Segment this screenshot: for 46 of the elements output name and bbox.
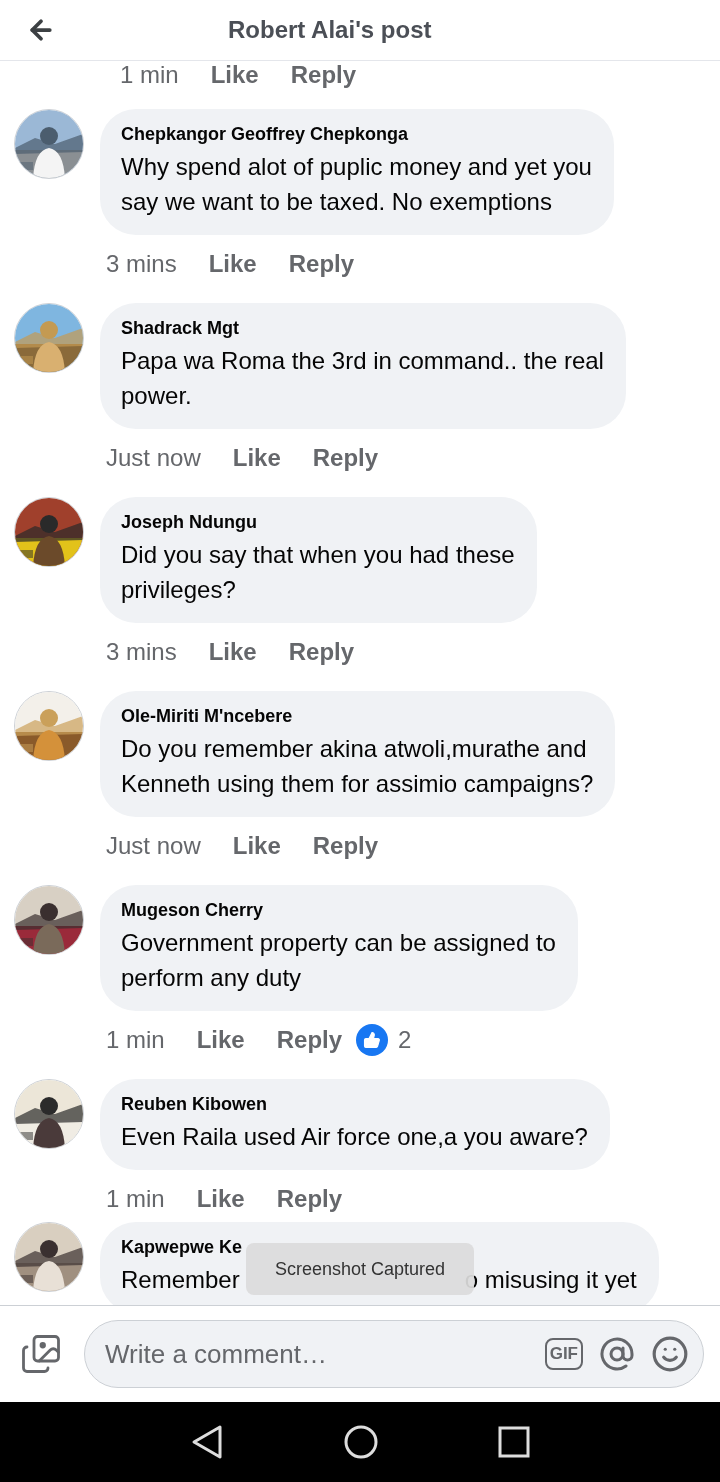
author-name[interactable]: Kapwepwe Ke (121, 1236, 243, 1258)
comment-time: 3 mins (106, 250, 177, 278)
author-name[interactable]: Mugeson Cherry (121, 899, 264, 921)
comment-time: Just now (106, 444, 201, 472)
page-title: Robert Alai's post (228, 16, 432, 44)
author-name[interactable]: Reuben Kibowen (121, 1093, 267, 1115)
reply-link[interactable]: Reply (276, 1026, 343, 1054)
like-link[interactable]: Like (196, 1026, 245, 1054)
reply-link[interactable]: Reply (288, 250, 355, 278)
reply-link[interactable]: Reply (312, 832, 379, 860)
like-link[interactable]: Like (232, 832, 281, 860)
author-name[interactable]: Chepkangor Geoffrey Chepkonga (121, 123, 409, 145)
comment-text: Papa wa Roma the 3rd in command.. the real power. (121, 346, 604, 411)
like-link[interactable]: Like (208, 250, 257, 278)
author-name[interactable]: Joseph Ndungu (121, 511, 257, 533)
comment-field[interactable]: Write a comment… GIF (84, 1320, 704, 1388)
reaction-count: 2 (398, 1026, 412, 1054)
emoji-icon[interactable] (651, 1335, 689, 1373)
comment-time: 3 mins (106, 638, 177, 666)
comment-time: 1 min (106, 1026, 165, 1054)
comment-time: Just now (106, 832, 201, 860)
reply-link[interactable]: Reply (288, 638, 355, 666)
like-link[interactable]: Like (196, 1185, 245, 1213)
home-nav-icon[interactable] (343, 1424, 379, 1460)
author-name[interactable]: Shadrack Mgt (121, 317, 240, 339)
comment-time: 1 min (106, 1185, 165, 1213)
recents-nav-icon[interactable] (498, 1426, 531, 1458)
gif-icon[interactable]: GIF (544, 1338, 583, 1370)
like-link[interactable]: Like (232, 444, 281, 472)
comment-text: Do you remember akina atwoli,murathe and Kenneth using them for assimio campaigns? (121, 734, 594, 799)
comment-time: 1 min (120, 61, 179, 89)
reply-link[interactable]: Reply (290, 61, 357, 89)
reply-link[interactable]: Reply (276, 1185, 343, 1213)
comment-text: Did you say that when you had these privileges? (121, 540, 515, 605)
photo-icon[interactable] (20, 1333, 62, 1375)
comment-text: o misusing it yet (464, 1266, 637, 1293)
author-name[interactable]: Ole-Miriti M'ncebere (121, 705, 293, 727)
comment-text: Why spend alot of puplic money and yet you say we want to be taxed. No exemptions (121, 152, 592, 217)
like-link[interactable]: Like (208, 638, 257, 666)
comment-text: Remember (121, 1266, 240, 1293)
comment-text: Even Raila used Air force one,a you aware? (121, 1122, 588, 1152)
like-link[interactable]: Like (210, 61, 259, 89)
like-reaction-icon (356, 1024, 389, 1056)
mention-icon[interactable] (599, 1336, 635, 1372)
reply-link[interactable]: Reply (312, 444, 379, 472)
comment-text: Government property can be assigned to perform any duty (121, 928, 556, 993)
